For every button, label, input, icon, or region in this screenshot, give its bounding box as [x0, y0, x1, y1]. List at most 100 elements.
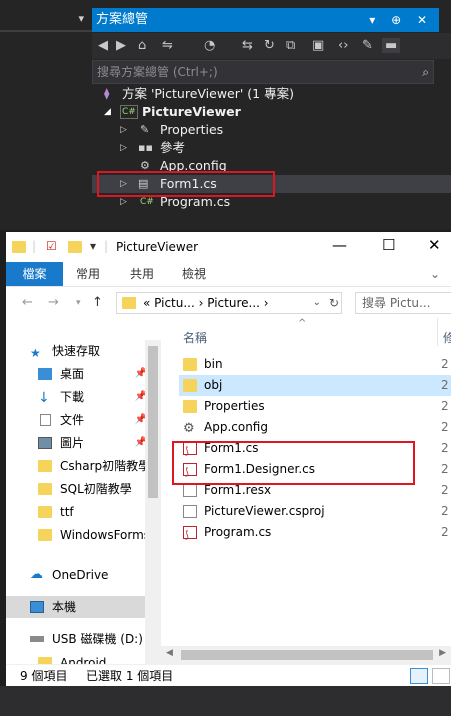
- cloud-icon: ☁: [30, 567, 43, 582]
- nav-item-desktop[interactable]: 桌面 📌: [6, 363, 151, 385]
- wrench-icon[interactable]: ✎: [362, 38, 373, 53]
- list-item[interactable]: Properties 2: [179, 396, 451, 417]
- nav-item-folder[interactable]: WindowsForms: [6, 524, 151, 546]
- preview-icon[interactable]: ▬: [382, 38, 401, 53]
- collapsed-arrow-icon[interactable]: ▷: [120, 139, 127, 157]
- address-bar[interactable]: « Pictu... › Picture... › ⌄ ↻: [116, 292, 342, 314]
- nav-item-usb-drive[interactable]: USB 磁碟機 (D:): [6, 628, 151, 650]
- solution-search-input[interactable]: 搜尋方案總管 (Ctrl+;) ⌕: [92, 60, 434, 84]
- large-icons-view-icon[interactable]: [432, 668, 450, 684]
- nav-item-quick-access[interactable]: ★ 快速存取: [6, 340, 151, 362]
- folder-icon: [38, 483, 52, 495]
- tab-share[interactable]: 共用: [130, 262, 154, 286]
- nav-label: 快速存取: [52, 344, 101, 358]
- document-icon: [40, 414, 51, 426]
- solution-icon: ⧫: [104, 87, 110, 100]
- tree-label: 方案 'PictureViewer' (1 專案): [122, 86, 294, 101]
- nav-item-folder[interactable]: Csharp初階教學: [6, 455, 151, 477]
- nav-label: 下載: [60, 390, 85, 404]
- nav-item-onedrive[interactable]: ☁ OneDrive: [6, 564, 151, 586]
- back-icon[interactable]: ◀: [98, 38, 108, 53]
- forward-icon[interactable]: →: [48, 295, 59, 310]
- expand-ribbon-icon[interactable]: ⌄: [430, 262, 440, 286]
- customize-dropdown-icon[interactable]: ▾: [90, 239, 96, 253]
- recent-dropdown-icon[interactable]: ▾: [76, 298, 81, 308]
- nav-item-documents[interactable]: 文件 📌: [6, 409, 151, 431]
- tab-file[interactable]: 檔案: [6, 262, 63, 286]
- nav-label: SQL初階教學: [60, 482, 132, 496]
- switch-icon[interactable]: ⇆: [242, 38, 253, 53]
- address-dropdown-icon[interactable]: ⌄: [313, 293, 321, 313]
- collapse-icon[interactable]: ⧉: [286, 38, 295, 53]
- maximize-icon[interactable]: ☐: [382, 236, 395, 254]
- properties-check-icon[interactable]: ☑: [46, 239, 57, 253]
- list-horizontal-scrollbar[interactable]: ◀ ▶: [161, 646, 451, 664]
- tree-project-node[interactable]: ◢ C# PictureViewer: [92, 103, 451, 121]
- search-input[interactable]: 搜尋 Pictu...: [355, 292, 451, 314]
- panel-title: 方案總管: [96, 12, 149, 27]
- list-item[interactable]: ⟆ Program.cs 2: [179, 522, 451, 543]
- dropdown-icon[interactable]: ▾: [78, 12, 84, 25]
- nav-item-folder[interactable]: ttf: [6, 501, 151, 523]
- close-icon[interactable]: ✕: [428, 236, 441, 254]
- expanded-arrow-icon[interactable]: ◢: [104, 103, 111, 121]
- back-icon[interactable]: ←: [22, 295, 33, 310]
- nav-item-pictures[interactable]: 圖片 📌: [6, 432, 151, 454]
- scroll-left-icon[interactable]: ◀: [166, 648, 173, 658]
- nav-item-downloads[interactable]: ↓ 下載 📌: [6, 386, 151, 408]
- nav-label: 桌面: [60, 367, 85, 381]
- collapse-all-icon[interactable]: ▣: [312, 38, 324, 53]
- scrollbar-thumb[interactable]: [148, 346, 158, 498]
- history-icon[interactable]: ◔: [204, 38, 215, 53]
- file-date: 2: [441, 441, 449, 455]
- list-item[interactable]: PictureViewer.csproj 2: [179, 501, 451, 522]
- nav-item-android[interactable]: Android: [6, 652, 151, 664]
- up-icon[interactable]: ↑: [92, 295, 103, 310]
- column-name[interactable]: 名稱: [183, 329, 207, 346]
- details-view-icon[interactable]: [410, 668, 428, 684]
- nav-label: ttf: [60, 505, 74, 519]
- solution-explorer-titlebar[interactable]: 方案總管 ▾ ⊕ ✕: [92, 8, 439, 32]
- column-modified[interactable]: 修: [443, 329, 451, 346]
- nav-scrollbar[interactable]: [145, 340, 161, 664]
- separator: |: [104, 239, 109, 253]
- list-item[interactable]: obj 2: [179, 375, 451, 396]
- list-item[interactable]: bin 2: [179, 354, 451, 375]
- column-divider[interactable]: [437, 318, 438, 346]
- highlight-box-form1-files: [172, 441, 415, 485]
- search-placeholder: 搜尋 Pictu...: [362, 296, 431, 310]
- search-icon[interactable]: ⌕: [422, 61, 429, 83]
- address-path[interactable]: « Pictu... › Picture... ›: [143, 293, 269, 313]
- list-item[interactable]: ⚙ App.config 2: [179, 417, 451, 438]
- tree-item-properties[interactable]: ▷ ✎ Properties: [92, 121, 451, 139]
- forward-icon[interactable]: ▶: [116, 38, 126, 53]
- refresh-icon[interactable]: ↻: [264, 38, 275, 53]
- tree-item-references[interactable]: ▷ ▪▪ 參考: [92, 139, 451, 157]
- scrollbar-thumb[interactable]: [181, 650, 433, 660]
- panel-window-buttons[interactable]: ▾ ⊕ ✕: [369, 8, 433, 32]
- scroll-right-icon[interactable]: ▶: [439, 648, 446, 658]
- nav-label: Csharp初階教學: [60, 459, 151, 473]
- refresh-icon[interactable]: ↻: [329, 293, 339, 313]
- new-folder-icon[interactable]: [68, 241, 82, 253]
- code-icon[interactable]: ‹›: [338, 38, 348, 53]
- nav-item-folder[interactable]: SQL初階教學: [6, 478, 151, 500]
- item-count: 9 個項目: [20, 669, 68, 683]
- separator: |: [32, 239, 37, 253]
- nav-item-this-pc[interactable]: 本機: [6, 596, 151, 618]
- tab-view[interactable]: 檢視: [182, 262, 206, 286]
- explorer-titlebar[interactable]: | ☑ ▾ | PictureViewer — ☐ ✕: [6, 232, 451, 262]
- folder-icon: [38, 529, 52, 541]
- collapsed-arrow-icon[interactable]: ▷: [120, 121, 127, 139]
- tree-solution-node[interactable]: ⧫ 方案 'PictureViewer' (1 專案): [92, 85, 451, 103]
- file-list: ^ 名稱 修 bin 2 obj 2 Properties 2 ⚙ App.co…: [161, 318, 451, 664]
- minimize-icon[interactable]: —: [332, 236, 347, 254]
- usb-drive-icon: [30, 636, 44, 642]
- sync-icon[interactable]: ⇋: [162, 38, 173, 53]
- file-name: App.config: [204, 420, 268, 434]
- tab-home[interactable]: 常用: [76, 262, 100, 286]
- search-placeholder: 搜尋方案總管 (Ctrl+;): [97, 65, 218, 79]
- file-name: Program.cs: [204, 525, 272, 539]
- home-icon[interactable]: ⌂: [138, 38, 146, 53]
- vs-editor-area: [0, 0, 92, 230]
